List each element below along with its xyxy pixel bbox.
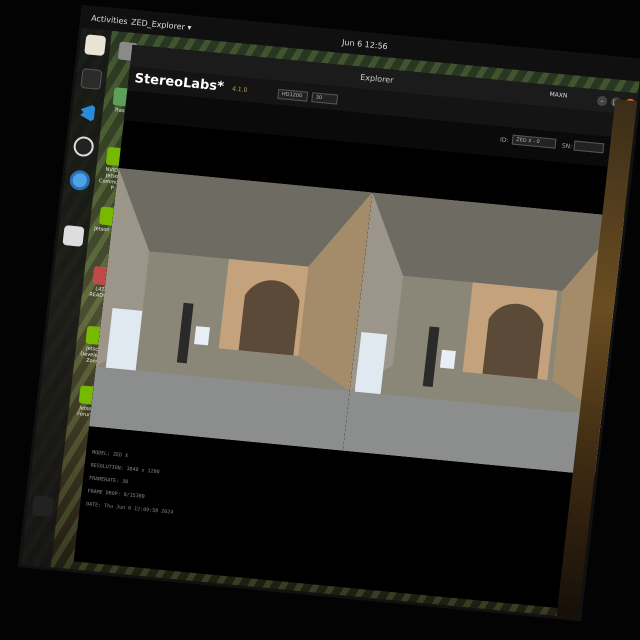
photo-stage: Activities ZED_Explorer ▾ Jun 6 12:56 Tr… <box>0 0 640 640</box>
activities-button[interactable]: Activities <box>91 14 128 26</box>
vscode-icon[interactable] <box>76 102 98 124</box>
id-label: ID: <box>499 136 509 145</box>
show-apps-icon[interactable] <box>31 495 54 518</box>
chromium-icon[interactable] <box>68 169 91 192</box>
fps-select[interactable]: 30 <box>311 92 339 105</box>
drive-icon[interactable] <box>62 225 85 247</box>
monitor-screen: Activities ZED_Explorer ▾ Jun 6 12:56 Tr… <box>20 7 640 619</box>
camera-info-panel: MODEL: ZED X RESOLUTION: 3840 x 1200 FRA… <box>85 447 179 520</box>
version-label: 4.1.0 <box>231 85 248 94</box>
terminal-icon[interactable] <box>80 68 103 90</box>
resolution-select[interactable]: HD1200 <box>277 88 309 102</box>
serial-number-field <box>573 140 605 154</box>
minimize-icon[interactable]: – <box>596 95 608 107</box>
window-title: Explorer <box>359 72 394 85</box>
sn-label: SN: <box>561 142 573 151</box>
stereo-view <box>89 167 627 476</box>
left-image <box>89 167 373 451</box>
camera-id-select[interactable]: ZED X - 0 <box>511 134 557 149</box>
clock[interactable]: Jun 6 12:56 <box>342 38 389 51</box>
explorer-window: Explorer MAXN – □ × StereoLabs* 4.1.0 HD… <box>73 44 640 611</box>
app-menu[interactable]: ZED_Explorer ▾ <box>131 18 192 33</box>
obs-icon[interactable] <box>72 135 95 158</box>
brand-logo: StereoLabs* <box>133 71 225 95</box>
files-icon[interactable] <box>84 34 107 57</box>
system-user[interactable]: MAXN <box>549 91 568 100</box>
